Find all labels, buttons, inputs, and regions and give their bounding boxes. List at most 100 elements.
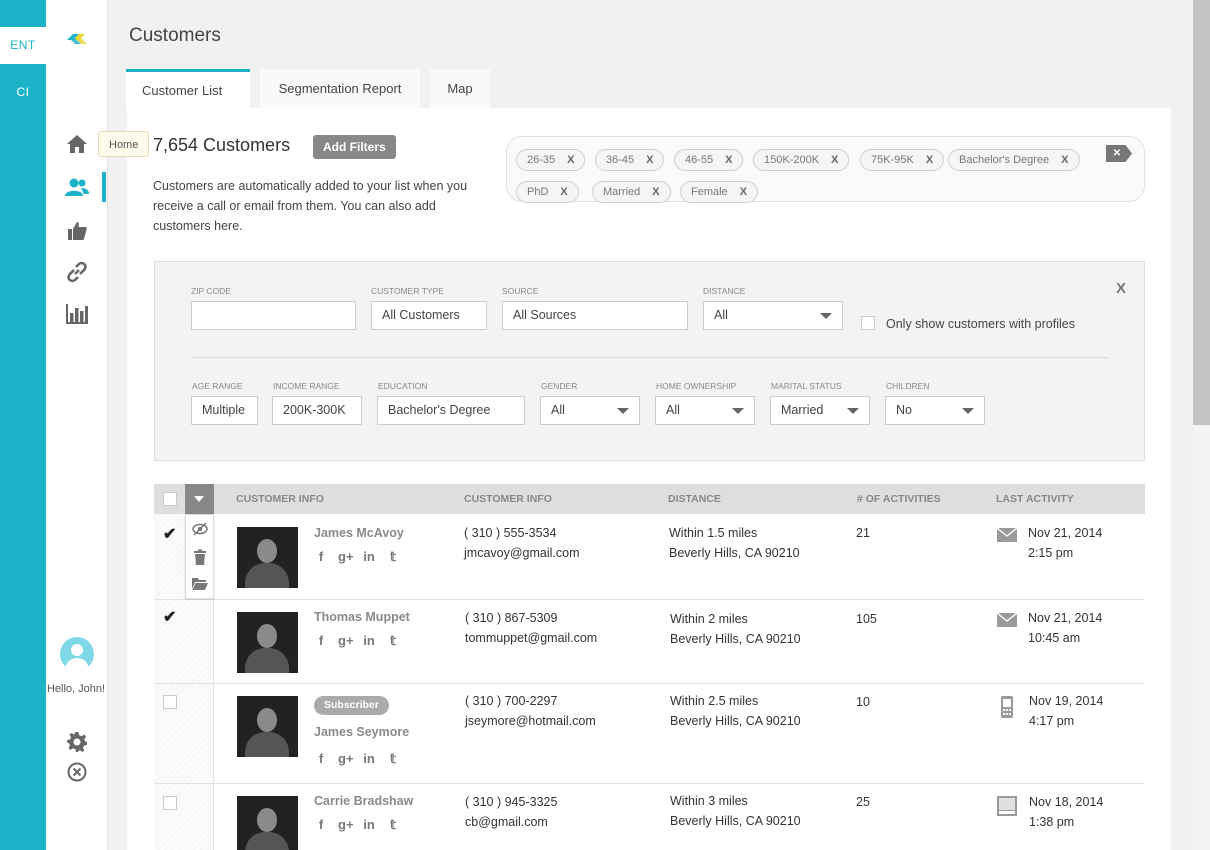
google-plus-icon[interactable]: g+	[338, 817, 354, 833]
eye-icon[interactable]	[192, 521, 208, 537]
chip-label: Bachelor's Degree	[959, 154, 1050, 166]
home-ownership-value: All	[666, 403, 680, 417]
col-customer-contact[interactable]: CUSTOMER INFO	[464, 493, 552, 505]
customer-email[interactable]: jseymore@hotmail.com	[465, 711, 596, 731]
customer-photo[interactable]	[237, 796, 298, 850]
customer-email[interactable]: cb@gmail.com	[465, 812, 548, 832]
linkedin-icon[interactable]: in	[362, 549, 376, 565]
facebook-icon[interactable]: f	[314, 817, 328, 833]
income-range-field[interactable]: 200K-300K	[272, 396, 362, 425]
chip-label: Married	[603, 186, 641, 198]
chip-remove-button[interactable]: X	[560, 186, 567, 198]
chevron-down-icon	[617, 408, 629, 414]
education-field[interactable]: Bachelor's Degree	[377, 396, 525, 425]
mail-icon	[997, 612, 1017, 627]
google-plus-icon[interactable]: g+	[338, 751, 354, 767]
bulk-actions-dropdown[interactable]	[185, 484, 214, 514]
source-field[interactable]: All Sources	[502, 301, 688, 330]
linkedin-icon[interactable]: in	[362, 817, 376, 833]
col-last-activity[interactable]: LAST ACTIVITY	[996, 493, 1074, 505]
row-checkbox-checked[interactable]: ✔	[163, 524, 176, 544]
linkedin-icon[interactable]: in	[362, 633, 376, 649]
scrollbar-thumb[interactable]	[1193, 0, 1210, 425]
row-checkbox-checked[interactable]: ✔	[163, 607, 176, 627]
google-plus-icon[interactable]: g+	[338, 549, 354, 565]
nav-logout[interactable]	[64, 760, 90, 784]
children-select[interactable]: No	[885, 396, 985, 425]
facebook-icon[interactable]: f	[314, 633, 328, 649]
table-row[interactable]: Subscriber James Seymore f g+ in 𝕥 ( 310 ) …	[154, 684, 1145, 784]
tab-customer-list[interactable]: Customer List	[126, 69, 250, 109]
chip-remove-button[interactable]: X	[1061, 154, 1068, 166]
mode-ent[interactable]: ENT	[0, 27, 46, 64]
row-checkbox[interactable]	[163, 695, 177, 709]
chip-remove-button[interactable]: X	[646, 154, 653, 166]
clear-all-filters-button[interactable]: ✕	[1106, 145, 1132, 162]
sidebar: Hello, John!	[46, 0, 108, 850]
tab-map[interactable]: Map	[430, 69, 490, 109]
linkedin-icon[interactable]: in	[362, 751, 376, 767]
chip-remove-button[interactable]: X	[926, 154, 933, 166]
phone-icon	[1001, 696, 1013, 718]
trash-icon[interactable]	[192, 549, 208, 565]
zip-input[interactable]	[191, 301, 356, 330]
chip-label: 36-45	[606, 154, 635, 166]
facebook-icon[interactable]: f	[314, 751, 328, 767]
active-filters: 26-35 X 36-45 X 46-55 X 150K-200K X 75K-95K X…	[506, 136, 1145, 203]
nav-reports[interactable]	[64, 302, 90, 326]
age-range-field[interactable]: Multiple	[191, 396, 258, 425]
filters-panel: X ZIP CODE CUSTOMER TYPE All Customers S…	[154, 261, 1145, 461]
customer-type-field[interactable]: All Customers	[371, 301, 487, 330]
tab-segmentation-report[interactable]: Segmentation Report	[260, 69, 420, 109]
chip-remove-button[interactable]: X	[740, 186, 747, 198]
home-ownership-select[interactable]: All	[655, 396, 755, 425]
customer-name[interactable]: James Seymore	[314, 725, 409, 739]
twitter-icon[interactable]: 𝕥	[386, 817, 400, 833]
twitter-icon[interactable]: 𝕥	[386, 549, 400, 565]
chip-remove-button[interactable]: X	[567, 154, 574, 166]
close-filters-button[interactable]: X	[1116, 280, 1126, 297]
chip-label: PhD	[527, 186, 549, 198]
twitter-icon[interactable]: 𝕥	[386, 751, 400, 767]
col-distance[interactable]: DISTANCE	[668, 493, 721, 505]
row-checkbox[interactable]	[163, 796, 177, 810]
distance-select[interactable]: All	[703, 301, 843, 330]
col-customer-info[interactable]: CUSTOMER INFO	[236, 493, 324, 505]
customer-email[interactable]: jmcavoy@gmail.com	[464, 543, 580, 563]
customer-name[interactable]: Carrie Bradshaw	[314, 794, 413, 808]
customer-photo[interactable]	[237, 696, 298, 757]
nav-home[interactable]	[64, 132, 90, 156]
chip-remove-button[interactable]: X	[725, 154, 732, 166]
mode-ci[interactable]: CI	[0, 74, 46, 111]
col-activities[interactable]: # OF ACTIVITIES	[857, 493, 941, 505]
nav-customers[interactable]	[64, 175, 90, 199]
folder-open-icon[interactable]	[192, 575, 208, 591]
table-row[interactable]: ✔ James McAvoy f g+ in 𝕥 ( 310 ) 555-3534 j…	[154, 514, 1145, 600]
table-row[interactable]: ✔ Thomas Muppet f g+ in 𝕥 ( 310 ) 867-5309 …	[154, 600, 1145, 684]
main-panel: 7,654 Customers Add Filters Customers ar…	[127, 108, 1171, 850]
profiles-only-checkbox[interactable]	[861, 316, 875, 330]
chip-remove-button[interactable]: X	[652, 186, 659, 198]
customer-name[interactable]: Thomas Muppet	[314, 610, 410, 624]
table-row[interactable]: Carrie Bradshaw f g+ in 𝕥 ( 310 ) 945-3325 …	[154, 784, 1145, 850]
customer-location: Beverly Hills, CA 90210	[670, 632, 801, 646]
customer-email[interactable]: tommuppet@gmail.com	[465, 628, 597, 648]
nav-links[interactable]	[64, 260, 90, 284]
customer-photo[interactable]	[237, 612, 298, 673]
select-all-checkbox[interactable]	[163, 492, 177, 506]
facebook-icon[interactable]: f	[314, 549, 328, 565]
add-filters-button[interactable]: Add Filters	[313, 135, 396, 159]
twitter-icon[interactable]: 𝕥	[386, 633, 400, 649]
user-avatar[interactable]	[60, 637, 94, 671]
nav-reviews[interactable]	[64, 219, 90, 243]
customer-photo[interactable]	[237, 527, 298, 588]
customer-name[interactable]: James McAvoy	[314, 526, 404, 540]
gender-select[interactable]: All	[540, 396, 640, 425]
nav-settings[interactable]	[64, 730, 90, 754]
google-plus-icon[interactable]: g+	[338, 633, 354, 649]
gear-icon	[67, 732, 87, 752]
customer-phone: ( 310 ) 945-3325	[465, 795, 558, 809]
chip-remove-button[interactable]: X	[831, 154, 838, 166]
marital-status-select[interactable]: Married	[770, 396, 870, 425]
scrollbar[interactable]	[1193, 0, 1210, 850]
